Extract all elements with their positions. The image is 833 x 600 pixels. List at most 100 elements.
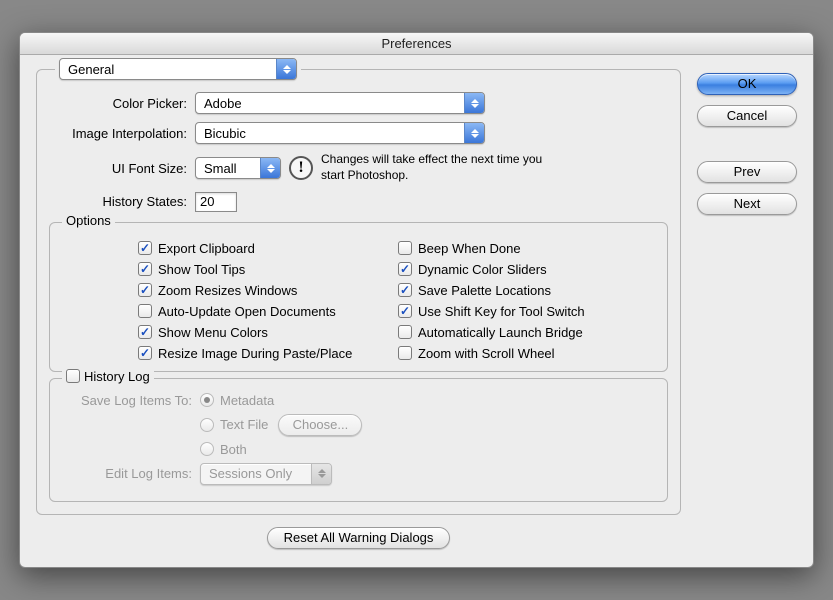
- prev-button[interactable]: Prev: [697, 161, 797, 183]
- option-checkbox[interactable]: Show Tool Tips: [138, 262, 398, 277]
- checkbox-box-icon: [398, 304, 412, 318]
- general-group: General Color Picker: Adobe Image Interp…: [36, 69, 681, 514]
- option-checkbox[interactable]: Beep When Done: [398, 241, 655, 256]
- radio-dot-icon: [200, 418, 214, 432]
- history-log-body: Save Log Items To: Metadata Text File Ch…: [62, 393, 655, 485]
- history-log-checkbox[interactable]: [66, 369, 80, 383]
- alert-icon: !: [289, 156, 313, 180]
- checkbox-box-icon: [398, 241, 412, 255]
- preferences-window: Preferences General Color Picker: Adobe: [19, 32, 814, 567]
- color-picker-value: Adobe: [204, 96, 242, 111]
- option-label: Automatically Launch Bridge: [418, 325, 583, 340]
- ui-font-size-value: Small: [204, 161, 237, 176]
- options-legend: Options: [62, 213, 115, 228]
- edit-log-value: Sessions Only: [209, 466, 292, 481]
- window-title: Preferences: [20, 33, 813, 55]
- save-log-label: Save Log Items To:: [70, 393, 200, 408]
- window-content: General Color Picker: Adobe Image Interp…: [20, 55, 813, 566]
- history-states-row: History States:: [49, 192, 668, 212]
- option-checkbox[interactable]: Dynamic Color Sliders: [398, 262, 655, 277]
- radio-metadata-label: Metadata: [220, 393, 274, 408]
- color-picker-row: Color Picker: Adobe: [49, 92, 668, 114]
- checkbox-box-icon: [138, 262, 152, 276]
- ui-font-size-select[interactable]: Small: [195, 157, 281, 179]
- category-select-value: General: [68, 62, 114, 77]
- option-checkbox[interactable]: Show Menu Colors: [138, 325, 398, 340]
- font-size-note: Changes will take effect the next time y…: [321, 152, 551, 183]
- ui-font-size-label: UI Font Size:: [49, 161, 195, 176]
- edit-log-row: Edit Log Items: Sessions Only: [70, 463, 655, 485]
- radio-text-file: Text File: [200, 417, 268, 432]
- option-label: Show Tool Tips: [158, 262, 245, 277]
- options-group: Options Export ClipboardBeep When DoneSh…: [49, 222, 668, 372]
- option-checkbox[interactable]: Auto-Update Open Documents: [138, 304, 398, 319]
- checkbox-box-icon: [398, 325, 412, 339]
- history-states-label: History States:: [49, 194, 195, 209]
- edit-log-select: Sessions Only: [200, 463, 332, 485]
- radio-metadata: Metadata: [200, 393, 274, 408]
- option-checkbox[interactable]: Resize Image During Paste/Place: [138, 346, 398, 361]
- edit-log-label: Edit Log Items:: [70, 466, 200, 481]
- reset-warnings-button[interactable]: Reset All Warning Dialogs: [267, 527, 451, 549]
- next-button[interactable]: Next: [697, 193, 797, 215]
- cancel-button[interactable]: Cancel: [697, 105, 797, 127]
- checkbox-box-icon: [398, 283, 412, 297]
- radio-both: Both: [200, 442, 247, 457]
- checkbox-box-icon: [138, 304, 152, 318]
- history-log-legend: History Log: [62, 369, 154, 384]
- dropdown-arrows-icon: [464, 123, 484, 143]
- image-interpolation-value: Bicubic: [204, 126, 246, 141]
- radio-dot-icon: [200, 442, 214, 456]
- option-label: Dynamic Color Sliders: [418, 262, 547, 277]
- button-column: OK Cancel Prev Next: [697, 69, 797, 548]
- color-picker-select[interactable]: Adobe: [195, 92, 485, 114]
- option-label: Zoom with Scroll Wheel: [418, 346, 555, 361]
- radio-both-label: Both: [220, 442, 247, 457]
- option-label: Use Shift Key for Tool Switch: [418, 304, 585, 319]
- dropdown-arrows-icon: [260, 158, 280, 178]
- image-interpolation-label: Image Interpolation:: [49, 126, 195, 141]
- category-select[interactable]: General: [59, 58, 297, 80]
- checkbox-box-icon: [138, 241, 152, 255]
- image-interpolation-select[interactable]: Bicubic: [195, 122, 485, 144]
- history-log-group: History Log Save Log Items To: Metadata …: [49, 378, 668, 502]
- radio-text-file-label: Text File: [220, 417, 268, 432]
- option-label: Save Palette Locations: [418, 283, 551, 298]
- image-interpolation-row: Image Interpolation: Bicubic: [49, 122, 668, 144]
- checkbox-box-icon: [398, 262, 412, 276]
- main-column: General Color Picker: Adobe Image Interp…: [36, 69, 681, 548]
- checkbox-box-icon: [138, 346, 152, 360]
- option-checkbox[interactable]: Automatically Launch Bridge: [398, 325, 655, 340]
- option-label: Resize Image During Paste/Place: [158, 346, 352, 361]
- history-log-legend-text: History Log: [84, 369, 150, 384]
- color-picker-label: Color Picker:: [49, 96, 195, 111]
- save-log-row-0: Save Log Items To: Metadata: [70, 393, 655, 408]
- dropdown-arrows-icon: [464, 93, 484, 113]
- checkbox-box-icon: [398, 346, 412, 360]
- dropdown-arrows-icon: [276, 59, 296, 79]
- options-grid: Export Clipboard Beep When Done Show Tool …: [62, 237, 655, 361]
- option-checkbox[interactable]: Save Palette Locations: [398, 283, 655, 298]
- option-label: Beep When Done: [418, 241, 521, 256]
- radio-dot-icon: [200, 393, 214, 407]
- checkbox-box-icon: [66, 369, 80, 383]
- option-label: Export Clipboard: [158, 241, 255, 256]
- reset-row: Reset All Warning Dialogs: [36, 527, 681, 549]
- category-select-wrap: General: [55, 58, 301, 80]
- ui-font-size-row: UI Font Size: Small ! Changes will take …: [49, 152, 668, 183]
- save-log-row-1: Text File Choose...: [70, 414, 655, 436]
- save-log-row-2: Both: [70, 442, 655, 457]
- option-checkbox[interactable]: Zoom Resizes Windows: [138, 283, 398, 298]
- checkbox-box-icon: [138, 325, 152, 339]
- option-checkbox[interactable]: Export Clipboard: [138, 241, 398, 256]
- option-label: Show Menu Colors: [158, 325, 268, 340]
- history-states-input[interactable]: [195, 192, 237, 212]
- option-label: Auto-Update Open Documents: [158, 304, 336, 319]
- dropdown-arrows-icon: [311, 464, 331, 484]
- option-checkbox[interactable]: Zoom with Scroll Wheel: [398, 346, 655, 361]
- option-label: Zoom Resizes Windows: [158, 283, 297, 298]
- ok-button[interactable]: OK: [697, 73, 797, 95]
- option-checkbox[interactable]: Use Shift Key for Tool Switch: [398, 304, 655, 319]
- checkbox-box-icon: [138, 283, 152, 297]
- choose-button: Choose...: [278, 414, 362, 436]
